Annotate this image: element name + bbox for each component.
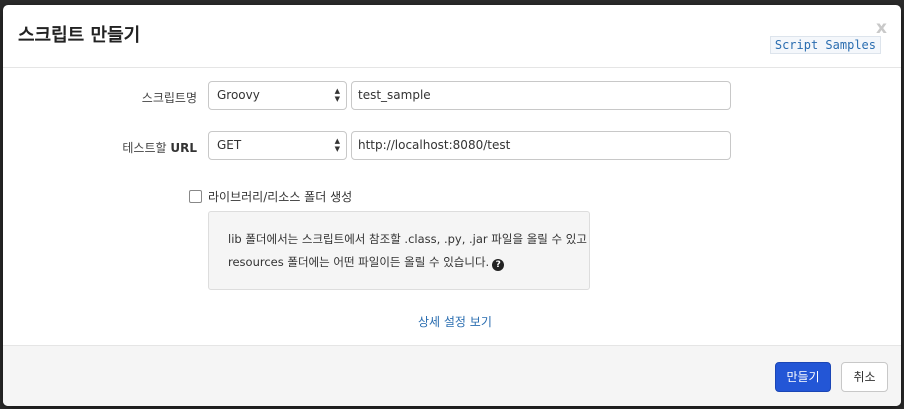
test-url-label-bold: URL (170, 141, 197, 155)
help-icon[interactable]: ? (492, 259, 505, 271)
modal-header: 스크립트 만들기 x Script Samples (3, 5, 901, 68)
select-arrows-icon: ▲ ▼ (334, 87, 340, 103)
create-button[interactable]: 만들기 (775, 362, 831, 392)
info-line-2-wrap: resources 폴더에는 어떤 파일이든 올릴 수 있습니다.? (228, 251, 589, 274)
test-url-input[interactable]: http://localhost:8080/test (351, 131, 731, 160)
script-samples-link[interactable]: Script Samples (769, 36, 881, 54)
cancel-button[interactable]: 취소 (841, 362, 888, 392)
http-method-select[interactable]: GET ▲ ▼ (208, 131, 347, 160)
script-name-label: 스크립트명 (141, 91, 197, 105)
close-icon[interactable]: x (876, 19, 887, 37)
create-lib-folder-label[interactable]: 라이브러리/리소스 폴더 생성 (208, 188, 352, 205)
info-line-2: resources 폴더에는 어떤 파일이든 올릴 수 있습니다. (228, 255, 490, 269)
modal-footer: 만들기 취소 (3, 345, 901, 406)
advanced-settings-link[interactable]: 상세 설정 보기 (418, 313, 492, 330)
select-arrows-icon: ▲ ▼ (334, 137, 340, 153)
info-line-1: lib 폴더에서는 스크립트에서 참조할 .class, .py, .jar 파… (228, 232, 587, 246)
create-script-modal: 스크립트 만들기 x Script Samples 스크립트명 Groovy ▲… (3, 5, 901, 406)
script-type-value: Groovy (217, 88, 260, 102)
script-type-select[interactable]: Groovy ▲ ▼ (208, 81, 347, 110)
test-url-label-prefix: 테스트할 (122, 141, 167, 155)
modal-title: 스크립트 만들기 (18, 25, 141, 46)
test-url-label: 테스트할 URL (122, 139, 197, 156)
http-method-value: GET (217, 138, 242, 152)
script-name-input[interactable]: test_sample (351, 81, 731, 110)
lib-info-box: lib 폴더에서는 스크립트에서 참조할 .class, .py, .jar 파… (208, 211, 590, 290)
create-lib-folder-checkbox[interactable] (189, 190, 202, 203)
